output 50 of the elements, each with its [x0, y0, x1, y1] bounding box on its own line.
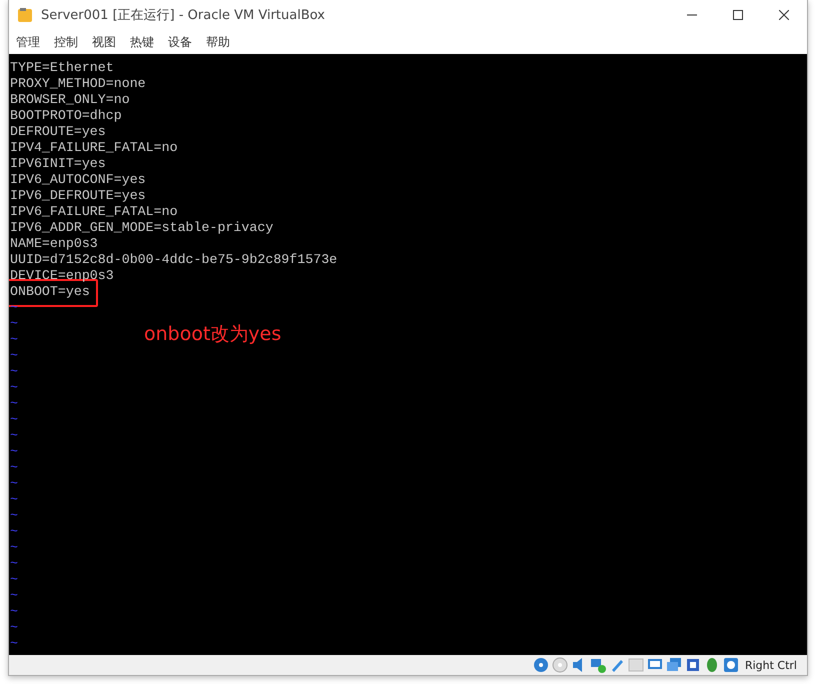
empty-line-marker: ~: [10, 380, 18, 396]
empty-line-marker: ~: [10, 348, 18, 364]
empty-line-marker: ~: [10, 508, 18, 524]
empty-line-marker: ~: [10, 540, 18, 556]
menu-item[interactable]: 视图: [92, 34, 116, 50]
host-key-label: Right Ctrl: [744, 658, 797, 672]
app-logo-icon: [17, 7, 33, 23]
empty-line-marker: ~: [10, 588, 18, 604]
config-line: PROXY_METHOD=none: [10, 76, 146, 92]
close-icon[interactable]: [779, 10, 789, 20]
empty-line-marker: ~: [10, 316, 18, 332]
config-line: DEFROUTE=yes: [10, 124, 106, 140]
disk-icon[interactable]: [532, 657, 549, 673]
empty-line-marker: ~: [10, 524, 18, 540]
empty-line-marker: ~: [10, 444, 18, 460]
window-title: Server001 [正在运行] - Oracle VM VirtualBox: [41, 7, 326, 24]
config-line: IPV6INIT=yes: [10, 156, 106, 172]
empty-line-marker: ~: [10, 556, 18, 572]
config-line: BOOTPROTO=dhcp: [10, 108, 122, 124]
screens-icon[interactable]: [666, 657, 682, 673]
config-line: BROWSER_ONLY=no: [10, 92, 130, 108]
empty-line-marker: ~: [10, 396, 18, 412]
annotation-text: onboot改为yes: [144, 326, 282, 342]
config-line: UUID=d7152c8d-0b00-4ddc-be75-9b2c89f1573e: [10, 252, 338, 268]
empty-line-marker: ~: [10, 604, 18, 620]
empty-line-marker: ~: [10, 412, 18, 428]
empty-line-marker: ~: [10, 460, 18, 476]
empty-line-marker: ~: [10, 428, 18, 444]
empty-line-marker: ~: [10, 364, 18, 380]
menu-item[interactable]: 管理: [16, 34, 40, 50]
config-line: IPV6_AUTOCONF=yes: [10, 172, 146, 188]
empty-line-marker: ~: [10, 620, 18, 636]
empty-line-marker: ~: [10, 332, 18, 348]
menu-item[interactable]: 帮助: [206, 34, 230, 50]
empty-line-marker: ~: [10, 492, 18, 508]
empty-line-marker: ~: [10, 476, 18, 492]
config-line: IPV6_FAILURE_FATAL=no: [10, 204, 178, 220]
menu-item[interactable]: 热键: [130, 34, 154, 50]
maximize-icon[interactable]: [733, 10, 743, 20]
config-line: IPV4_FAILURE_FATAL=no: [10, 140, 178, 156]
config-line: IPV6_DEFROUTE=yes: [10, 188, 146, 204]
config-line: IPV6_ADDR_GEN_MODE=stable-privacy: [10, 220, 274, 236]
menu-item[interactable]: 设备: [168, 34, 192, 50]
empty-line-marker: ~: [10, 572, 18, 588]
network-icon[interactable]: [590, 657, 606, 673]
menu-item[interactable]: 控制: [54, 34, 78, 50]
config-line: NAME=enp0s3: [10, 236, 98, 252]
empty-line-marker: ~: [10, 636, 18, 652]
config-line: TYPE=Ethernet: [10, 60, 114, 76]
optical-disc-icon[interactable]: [552, 657, 568, 673]
